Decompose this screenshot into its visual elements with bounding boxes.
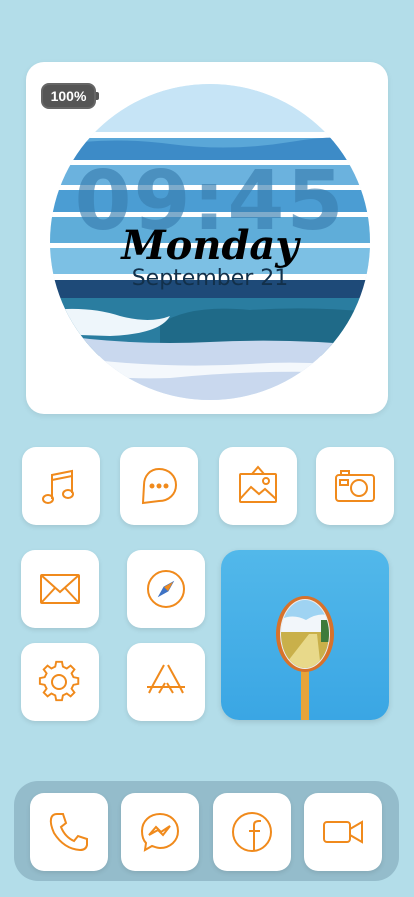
app-store-icon (147, 664, 185, 694)
clock-day: Monday (121, 222, 299, 269)
photo-widget[interactable] (221, 550, 389, 720)
messenger-app-button[interactable] (121, 793, 199, 871)
safari-app-button[interactable] (127, 550, 205, 628)
camera-icon (335, 470, 375, 502)
messenger-icon (140, 812, 180, 852)
music-app-button[interactable] (22, 447, 100, 525)
facebook-icon (232, 812, 272, 852)
camera-app-button[interactable] (316, 447, 394, 525)
app-store-app-button[interactable] (127, 643, 205, 721)
gear-icon (38, 660, 80, 702)
facebook-app-button[interactable] (213, 793, 291, 871)
phone-app-button[interactable] (30, 793, 108, 871)
picture-frame-icon (239, 465, 277, 503)
clock-widget[interactable]: 100% 09:45 Monday September 21 (26, 62, 388, 414)
battery-indicator: 100% (41, 83, 99, 109)
beach-illustration: 09:45 Monday September 21 (50, 84, 370, 400)
photos-app-button[interactable] (219, 447, 297, 525)
video-camera-icon (323, 820, 363, 844)
dock (14, 781, 399, 881)
chat-bubble-icon (141, 467, 178, 505)
envelope-icon (40, 574, 80, 604)
settings-app-button[interactable] (21, 643, 99, 721)
battery-level: 100% (50, 88, 87, 104)
facetime-app-button[interactable] (304, 793, 382, 871)
music-note-icon (42, 469, 74, 504)
clock-date: September 21 (131, 266, 289, 291)
mirror-photo (221, 550, 389, 720)
messages-app-button[interactable] (120, 447, 198, 525)
phone-icon (49, 813, 88, 852)
compass-icon (147, 570, 185, 608)
mail-app-button[interactable] (21, 550, 99, 628)
